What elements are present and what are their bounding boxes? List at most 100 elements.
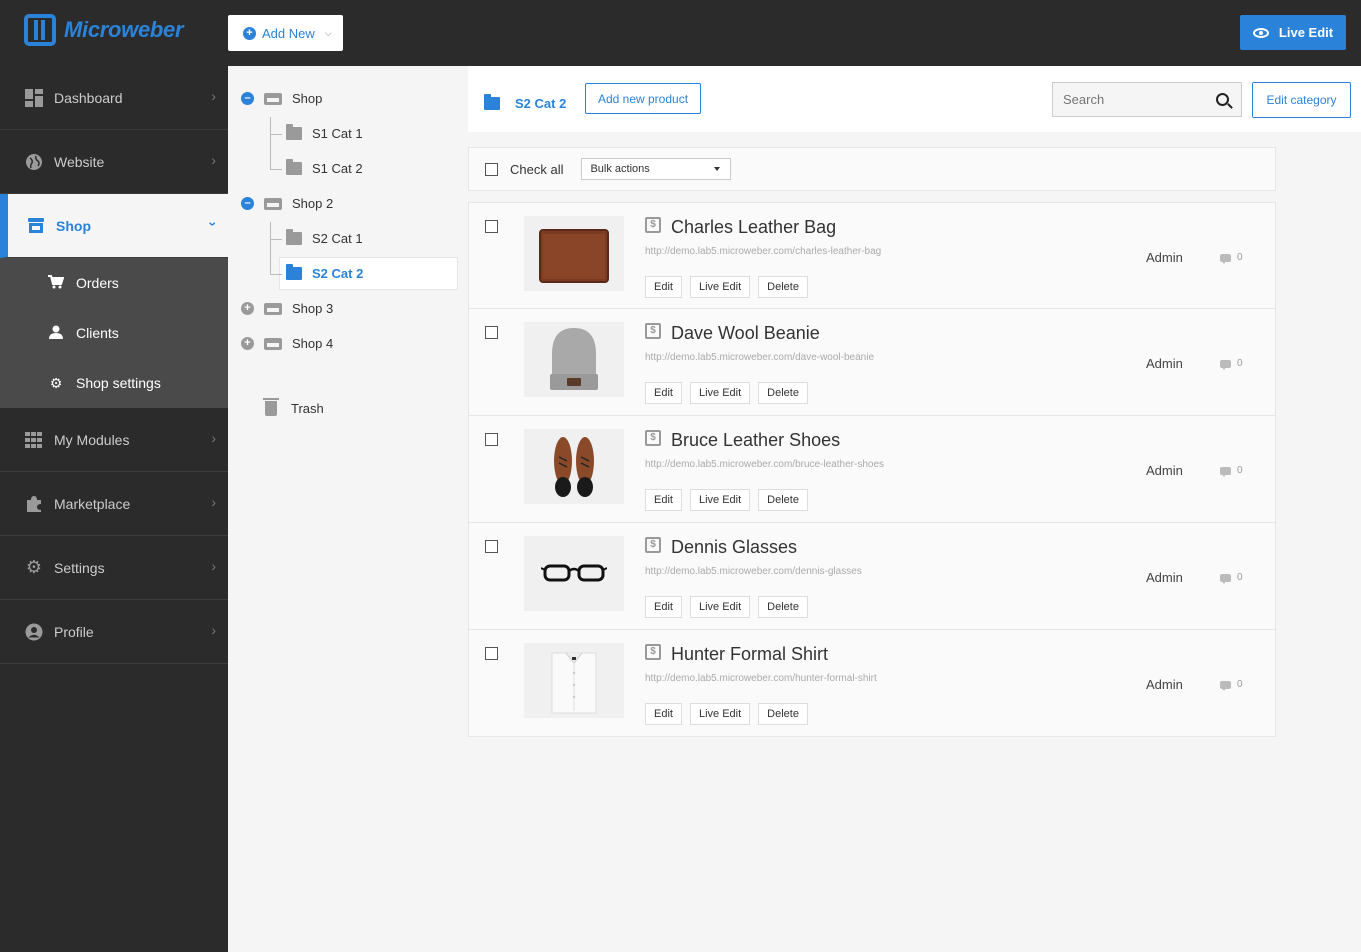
row-checkbox[interactable] — [485, 540, 498, 553]
check-all-checkbox[interactable] — [485, 162, 498, 176]
row-actions: Edit Live Edit Delete — [645, 382, 808, 404]
folder-icon — [286, 229, 302, 245]
live-edit-button[interactable]: Live Edit — [689, 276, 751, 298]
tree-connector — [270, 117, 271, 169]
row-checkbox[interactable] — [485, 433, 498, 446]
edit-button[interactable]: Edit — [645, 276, 682, 298]
comment-icon — [1220, 573, 1231, 584]
folder-icon — [286, 264, 302, 280]
comments-count[interactable]: 0 — [1220, 465, 1243, 477]
trash-icon — [263, 398, 279, 416]
edit-button[interactable]: Edit — [645, 703, 682, 725]
product-thumbnail[interactable] — [524, 643, 624, 718]
expand-icon[interactable]: + — [241, 302, 254, 315]
comments-count[interactable]: 0 — [1220, 252, 1243, 264]
tree-node-label: S2 Cat 2 — [312, 266, 364, 281]
search-box — [1052, 82, 1242, 117]
submenu-item-clients[interactable]: Clients — [0, 308, 228, 358]
comments-count-value: 0 — [1237, 358, 1243, 369]
tree-node-shop-4[interactable]: + Shop 4 — [241, 336, 333, 351]
sidebar-item-label: Shop — [56, 217, 91, 234]
row-checkbox[interactable] — [485, 326, 498, 339]
live-edit-button[interactable]: Live Edit — [689, 382, 751, 404]
live-edit-button[interactable]: Live Edit — [689, 489, 751, 511]
comments-count[interactable]: 0 — [1220, 358, 1243, 370]
comment-icon — [1220, 253, 1231, 264]
sidebar-item-label: Profile — [54, 623, 94, 640]
live-edit-button[interactable]: Live Edit — [689, 596, 751, 618]
edit-button[interactable]: Edit — [645, 382, 682, 404]
tree-node-s2-cat-1[interactable]: S2 Cat 1 — [286, 229, 363, 246]
chevron-right-icon: › — [211, 558, 216, 574]
sidebar-item-label: My Modules — [54, 431, 130, 448]
add-new-button[interactable]: + Add New ⌵ — [228, 15, 343, 51]
product-author: Admin — [1146, 570, 1183, 585]
product-title[interactable]: Dennis Glasses — [671, 537, 797, 558]
comment-icon — [1220, 359, 1231, 370]
delete-button[interactable]: Delete — [758, 276, 808, 298]
tree-node-shop[interactable]: – Shop — [241, 91, 322, 106]
product-title[interactable]: Charles Leather Bag — [671, 217, 836, 238]
product-url: http://demo.lab5.microweber.com/dave-woo… — [645, 352, 875, 363]
tree-node-trash[interactable]: Trash — [229, 398, 324, 416]
product-title[interactable]: Hunter Formal Shirt — [671, 644, 828, 665]
product-thumbnail[interactable] — [524, 216, 624, 291]
shop-icon — [264, 92, 282, 105]
gear-icon: ⚙ — [49, 374, 63, 391]
tree-node-s1-cat-2[interactable]: S1 Cat 2 — [286, 159, 363, 176]
collapse-icon[interactable]: – — [241, 197, 254, 210]
edit-category-button[interactable]: Edit category — [1252, 82, 1351, 118]
sidebar-item-shop[interactable]: Shop › — [0, 194, 228, 258]
sidebar-item-label: Settings — [54, 559, 105, 576]
delete-button[interactable]: Delete — [758, 382, 808, 404]
product-author: Admin — [1146, 677, 1183, 692]
edit-button[interactable]: Edit — [645, 489, 682, 511]
search-input[interactable] — [1053, 83, 1203, 116]
live-edit-button[interactable]: Live Edit — [1240, 15, 1346, 50]
bulk-actions-select[interactable]: Bulk actions — [581, 158, 732, 180]
product-row: $ Dave Wool Beanie http://demo.lab5.micr… — [468, 309, 1276, 416]
product-thumbnail[interactable] — [524, 429, 624, 504]
product-thumbnail[interactable] — [524, 322, 624, 397]
comments-count-value: 0 — [1237, 465, 1243, 476]
sidebar-item-settings[interactable]: ⚙ Settings › — [0, 536, 228, 600]
row-checkbox[interactable] — [485, 220, 498, 233]
sidebar-item-website[interactable]: Website › — [0, 130, 228, 194]
row-checkbox[interactable] — [485, 647, 498, 660]
tree-node-s2-cat-2[interactable]: S2 Cat 2 — [286, 264, 364, 281]
product-thumbnail[interactable] — [524, 536, 624, 611]
submenu-item-orders[interactable]: Orders — [0, 258, 228, 308]
check-all-label: Check all — [510, 161, 564, 177]
tree-node-shop-3[interactable]: + Shop 3 — [241, 301, 333, 316]
submenu-item-label: Orders — [76, 275, 119, 291]
chevron-down-icon: › — [205, 221, 222, 227]
product-title[interactable]: Dave Wool Beanie — [671, 323, 820, 344]
comments-count[interactable]: 0 — [1220, 679, 1243, 691]
sidebar-item-dashboard[interactable]: Dashboard › — [0, 66, 228, 130]
expand-icon[interactable]: + — [241, 337, 254, 350]
live-edit-button[interactable]: Live Edit — [689, 703, 751, 725]
row-actions: Edit Live Edit Delete — [645, 489, 808, 511]
tree-node-shop-2[interactable]: – Shop 2 — [241, 196, 333, 211]
sidebar-item-marketplace[interactable]: Marketplace › — [0, 472, 228, 536]
tree-node-s1-cat-1[interactable]: S1 Cat 1 — [286, 124, 363, 141]
edit-button[interactable]: Edit — [645, 596, 682, 618]
product-title[interactable]: Bruce Leather Shoes — [671, 430, 840, 451]
bulk-actions-label: Bulk actions — [590, 163, 650, 175]
comments-count[interactable]: 0 — [1220, 572, 1243, 584]
collapse-icon[interactable]: – — [241, 92, 254, 105]
chevron-right-icon: › — [211, 494, 216, 510]
sidebar-item-my-modules[interactable]: My Modules › — [0, 408, 228, 472]
logo[interactable]: Microweber — [24, 14, 184, 46]
delete-button[interactable]: Delete — [758, 703, 808, 725]
sidebar-item-profile[interactable]: Profile › — [0, 600, 228, 664]
delete-button[interactable]: Delete — [758, 596, 808, 618]
delete-button[interactable]: Delete — [758, 489, 808, 511]
search-button[interactable] — [1203, 83, 1241, 116]
caret-down-icon — [714, 167, 721, 171]
add-new-product-button[interactable]: Add new product — [585, 83, 701, 114]
submenu-item-shop-settings[interactable]: ⚙ Shop settings — [0, 358, 228, 408]
category-header: S2 Cat 2 Add new product Edit category — [468, 66, 1361, 132]
product-list: $ Charles Leather Bag http://demo.lab5.m… — [468, 202, 1276, 737]
tree-node-label: S1 Cat 2 — [312, 161, 363, 176]
